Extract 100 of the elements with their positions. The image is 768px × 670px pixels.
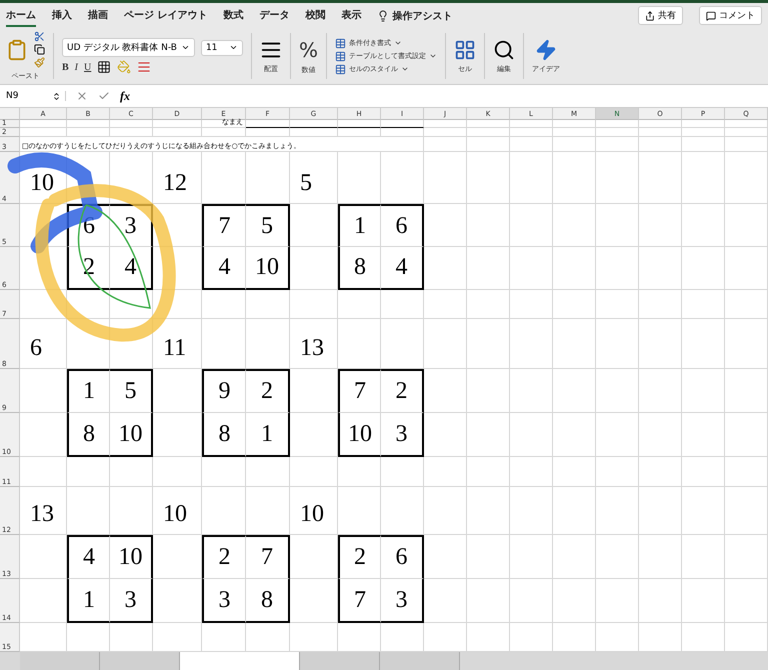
table-cell[interactable] xyxy=(153,128,202,137)
table-cell[interactable]: 3 xyxy=(110,204,153,247)
table-cell[interactable]: 12 xyxy=(153,152,202,204)
table-cell[interactable] xyxy=(467,369,510,413)
table-cell[interactable] xyxy=(110,128,153,137)
table-cell[interactable] xyxy=(290,128,338,137)
table-cell[interactable] xyxy=(553,128,596,137)
table-cell[interactable] xyxy=(682,535,725,579)
table-cell[interactable] xyxy=(467,413,510,457)
table-cell[interactable] xyxy=(467,204,510,247)
table-cell[interactable] xyxy=(510,128,553,137)
table-cell[interactable] xyxy=(424,369,467,413)
table-cell[interactable] xyxy=(424,319,467,369)
bold-button[interactable]: B xyxy=(62,62,69,72)
table-cell[interactable] xyxy=(202,487,246,535)
table-cell[interactable]: 7 xyxy=(202,204,246,247)
table-cell[interactable] xyxy=(467,487,510,535)
table-cell[interactable] xyxy=(639,137,682,152)
check-icon[interactable] xyxy=(98,90,110,102)
table-cell[interactable] xyxy=(424,535,467,579)
table-cell[interactable] xyxy=(596,247,639,290)
table-cell[interactable] xyxy=(639,535,682,579)
table-cell[interactable] xyxy=(682,487,725,535)
table-cell[interactable] xyxy=(110,120,153,128)
table-cell[interactable]: 3 xyxy=(381,413,424,457)
table-cell[interactable] xyxy=(246,152,290,204)
table-cell[interactable] xyxy=(510,152,553,204)
table-cell[interactable] xyxy=(725,369,768,413)
table-cell[interactable] xyxy=(290,535,338,579)
table-cell[interactable] xyxy=(553,487,596,535)
table-cell[interactable]: 8 xyxy=(202,413,246,457)
table-cell[interactable] xyxy=(20,535,67,579)
table-cell[interactable] xyxy=(153,457,202,487)
table-cell[interactable] xyxy=(467,128,510,137)
table-cell[interactable] xyxy=(381,487,424,535)
table-cell[interactable]: 4 xyxy=(110,247,153,290)
table-cell[interactable] xyxy=(682,413,725,457)
table-cell[interactable] xyxy=(290,579,338,623)
table-cell[interactable] xyxy=(110,487,153,535)
table-cell[interactable] xyxy=(246,290,290,319)
table-cell[interactable] xyxy=(153,413,202,457)
table-cell[interactable] xyxy=(424,247,467,290)
table-cell[interactable] xyxy=(110,457,153,487)
table-cell[interactable]: 9 xyxy=(202,369,246,413)
table-cell[interactable] xyxy=(467,579,510,623)
table-cell[interactable] xyxy=(553,457,596,487)
table-cell[interactable] xyxy=(596,487,639,535)
table-cell[interactable] xyxy=(682,128,725,137)
table-cell[interactable] xyxy=(725,137,768,152)
table-cell[interactable] xyxy=(682,290,725,319)
table-cell[interactable] xyxy=(290,247,338,290)
table-cell[interactable] xyxy=(424,204,467,247)
table-cell[interactable]: 10 xyxy=(110,413,153,457)
table-cell[interactable]: 2 xyxy=(338,535,381,579)
clipboard-icon[interactable] xyxy=(6,38,28,60)
table-cell[interactable] xyxy=(424,120,467,128)
search-icon[interactable] xyxy=(492,38,515,60)
table-cell[interactable] xyxy=(467,290,510,319)
table-cell[interactable] xyxy=(510,247,553,290)
table-cell[interactable] xyxy=(682,369,725,413)
table-cell[interactable] xyxy=(338,319,381,369)
table-cell[interactable] xyxy=(553,535,596,579)
table-cell[interactable] xyxy=(467,535,510,579)
table-cell[interactable] xyxy=(153,204,202,247)
table-cell[interactable]: 2 xyxy=(246,369,290,413)
table-cell[interactable] xyxy=(510,120,553,128)
table-cell[interactable] xyxy=(510,137,553,152)
table-cell[interactable] xyxy=(596,128,639,137)
table-cell[interactable]: 2 xyxy=(202,535,246,579)
table-cell[interactable] xyxy=(290,413,338,457)
number-format-button[interactable]: % xyxy=(298,38,318,62)
table-cell[interactable]: 7 xyxy=(246,535,290,579)
table-cell[interactable] xyxy=(682,319,725,369)
table-cell[interactable] xyxy=(639,319,682,369)
table-cell[interactable] xyxy=(424,487,467,535)
table-cell[interactable] xyxy=(596,137,639,152)
table-cell[interactable] xyxy=(682,152,725,204)
table-cell[interactable] xyxy=(596,120,639,128)
table-cell[interactable] xyxy=(202,128,246,137)
table-cell[interactable] xyxy=(424,457,467,487)
table-cell[interactable]: 5 xyxy=(246,204,290,247)
table-cell[interactable] xyxy=(639,152,682,204)
table-cell[interactable] xyxy=(596,579,639,623)
menu-tab[interactable]: 描画 xyxy=(88,4,108,26)
table-cell[interactable] xyxy=(381,128,424,137)
table-cell[interactable] xyxy=(424,137,467,152)
table-cell[interactable] xyxy=(596,457,639,487)
table-cell[interactable]: 8 xyxy=(246,579,290,623)
lightning-icon[interactable] xyxy=(534,38,557,60)
table-cell[interactable] xyxy=(725,413,768,457)
table-cell[interactable]: 10 xyxy=(153,487,202,535)
table-cell[interactable] xyxy=(510,204,553,247)
share-button[interactable]: 共有 xyxy=(638,6,683,25)
table-cell[interactable]: 6 xyxy=(381,204,424,247)
menu-tab[interactable]: 表示 xyxy=(341,4,362,26)
table-cell[interactable] xyxy=(20,369,67,413)
table-cell[interactable] xyxy=(67,120,110,128)
table-cell[interactable] xyxy=(639,290,682,319)
table-cell[interactable] xyxy=(725,152,768,204)
table-cell[interactable] xyxy=(246,487,290,535)
